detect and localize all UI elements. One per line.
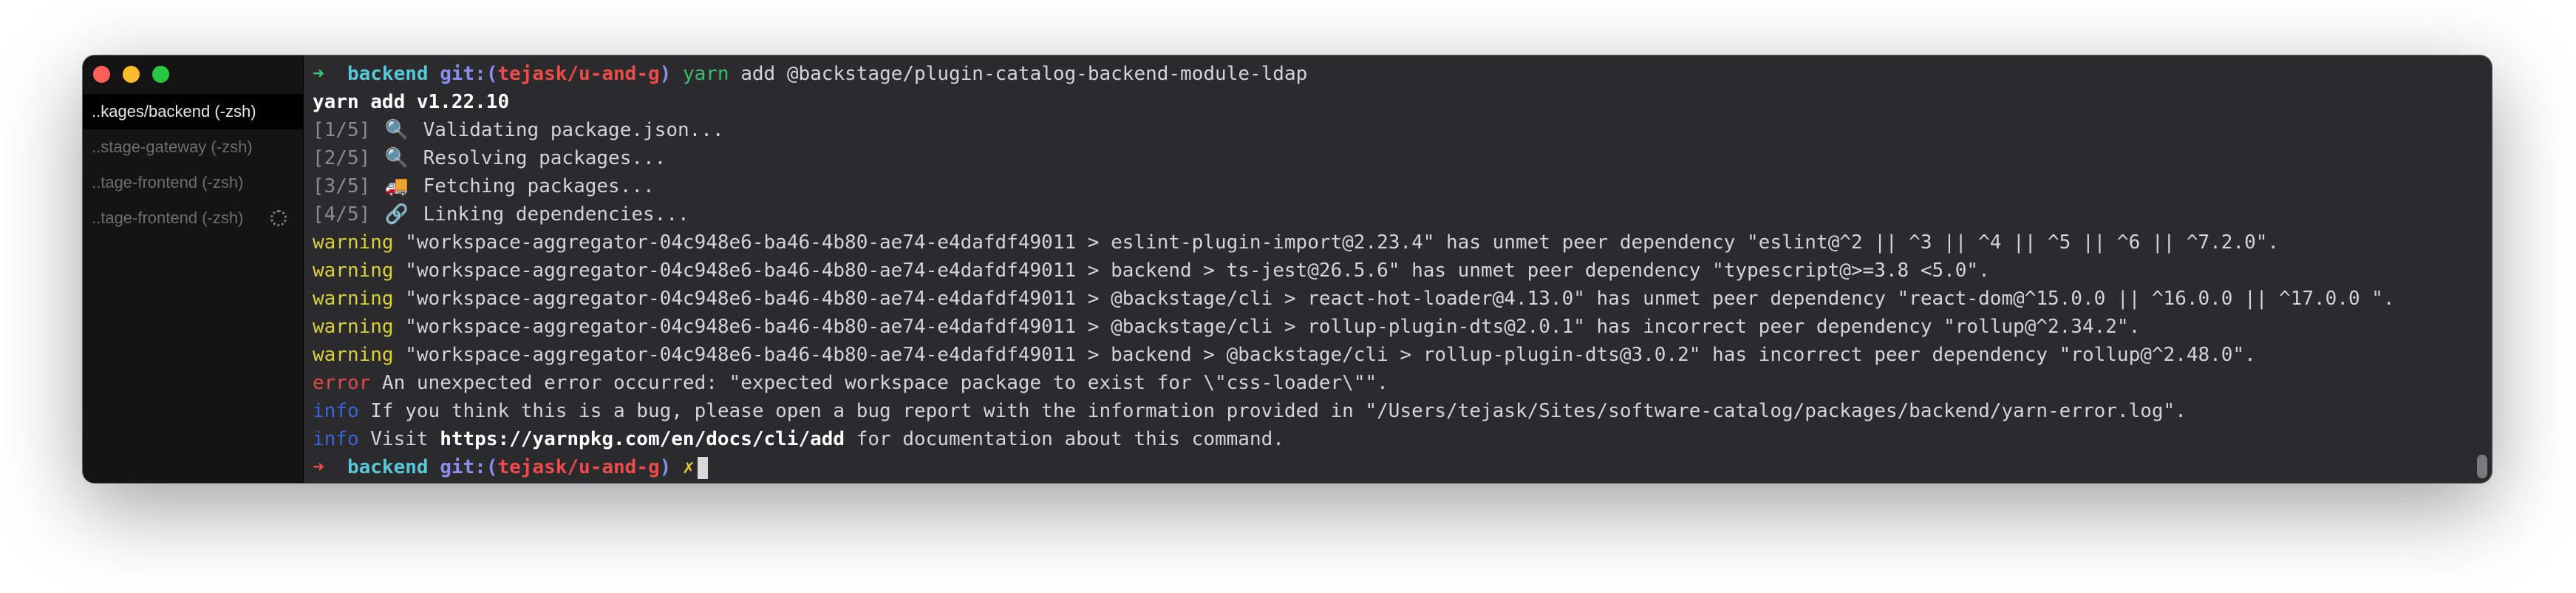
prompt-line: ➜ backend git:(tejask/u-and-g) ✗	[313, 453, 2470, 481]
activity-spinner-icon	[270, 210, 287, 226]
step-line: [1/5] 🔍 Validating package.json...	[313, 116, 2470, 144]
zoom-button[interactable]	[152, 66, 169, 83]
tab-label: ..tage-frontend (-zsh)	[92, 209, 244, 227]
step-line: [4/5] 🔗 Linking dependencies...	[313, 200, 2470, 228]
warning-line: warning "workspace-aggregator-04c948e6-b…	[313, 344, 2256, 366]
git-prefix: git:(	[440, 63, 498, 85]
prompt-arrow-icon: ➜	[313, 456, 324, 478]
prompt-dir: backend	[347, 456, 429, 478]
window-controls	[93, 66, 169, 83]
tab-label: ..tage-frontend (-zsh)	[92, 173, 244, 192]
command-name: yarn	[682, 63, 729, 85]
git-branch: tejask/u-and-g	[497, 456, 660, 478]
step-line: [2/5] 🔍 Resolving packages...	[313, 144, 2470, 172]
magnifier-icon: 🔍	[384, 119, 409, 141]
tab-stage-frontend-1[interactable]: ..tage-frontend (-zsh)	[83, 165, 303, 200]
truck-icon: 🚚	[384, 175, 409, 197]
link-icon: 🔗	[384, 203, 409, 226]
command-args: add @backstage/plugin-catalog-backend-mo…	[729, 63, 1308, 85]
warning-line: warning "workspace-aggregator-04c948e6-b…	[313, 288, 2395, 310]
text-cursor[interactable]	[697, 456, 708, 479]
tab-list: ..kages/backend (-zsh) ..stage-gateway (…	[83, 94, 303, 236]
minimize-button[interactable]	[123, 66, 140, 83]
warning-line: warning "workspace-aggregator-04c948e6-b…	[313, 231, 2280, 254]
prompt-arrow-icon: ➜	[313, 63, 324, 85]
warning-line: warning "workspace-aggregator-04c948e6-b…	[313, 316, 2141, 338]
docs-link[interactable]: https://yarnpkg.com/en/docs/cli/add	[440, 428, 845, 450]
prompt-line: ➜ backend git:(tejask/u-and-g) yarn add …	[313, 60, 2470, 88]
info-line: info If you think this is a bug, please …	[313, 400, 2187, 422]
tab-sidebar: ..kages/backend (-zsh) ..stage-gateway (…	[83, 55, 304, 483]
yarn-version-line: yarn add v1.22.10	[313, 91, 510, 113]
dirty-marker-icon: ✗	[682, 456, 695, 478]
tab-backend[interactable]: ..kages/backend (-zsh)	[83, 94, 303, 129]
close-button[interactable]	[93, 66, 110, 83]
terminal-output[interactable]: ➜ backend git:(tejask/u-and-g) yarn add …	[304, 55, 2492, 483]
info-line: info Visit https://yarnpkg.com/en/docs/c…	[313, 428, 1284, 450]
tab-stage-frontend-2[interactable]: ..tage-frontend (-zsh)	[83, 200, 303, 236]
error-line: error An unexpected error occurred: "exp…	[313, 372, 1388, 394]
tab-label: ..kages/backend (-zsh)	[92, 102, 256, 121]
prompt-dir: backend	[347, 63, 429, 85]
warning-line: warning "workspace-aggregator-04c948e6-b…	[313, 260, 1990, 282]
magnifier-icon: 🔍	[384, 147, 409, 169]
scrollbar-thumb[interactable]	[2477, 455, 2487, 478]
step-line: [3/5] 🚚 Fetching packages...	[313, 172, 2470, 200]
terminal-window: ..kages/backend (-zsh) ..stage-gateway (…	[83, 55, 2492, 483]
git-branch: tejask/u-and-g	[497, 63, 660, 85]
tab-label: ..stage-gateway (-zsh)	[92, 138, 253, 156]
tab-stage-gateway[interactable]: ..stage-gateway (-zsh)	[83, 129, 303, 165]
git-prefix: git:(	[440, 456, 498, 478]
git-suffix: )	[659, 456, 672, 478]
git-suffix: )	[659, 63, 672, 85]
